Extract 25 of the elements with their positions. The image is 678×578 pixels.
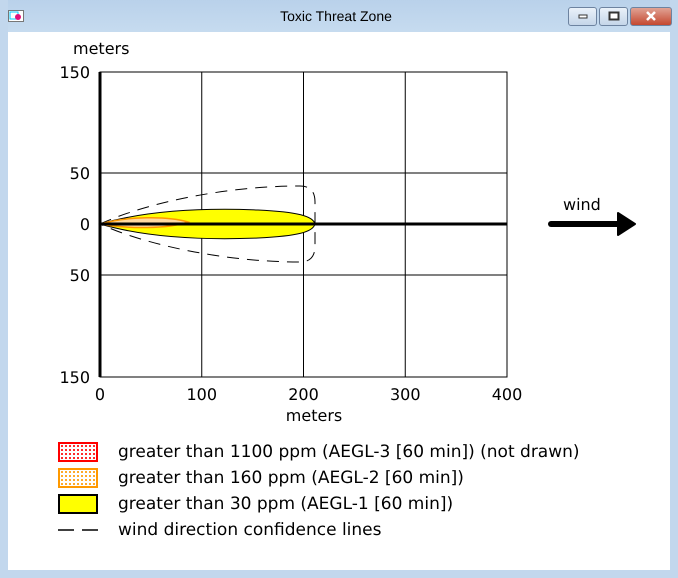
x-axis-label: meters <box>286 406 342 425</box>
legend-label: wind direction confidence lines <box>118 520 382 540</box>
y-axis-label: meters <box>73 39 130 58</box>
legend-label: greater than 160 ppm (AEGL-2 [60 min]) <box>118 468 464 488</box>
legend-label: greater than 1100 ppm (AEGL-3 [60 min]) (not drawn) <box>118 442 580 462</box>
minimize-icon <box>578 13 588 19</box>
window-title: Toxic Threat Zone <box>280 8 392 24</box>
minimize-button[interactable] <box>568 6 597 26</box>
y-tick-label: 150 <box>59 368 90 387</box>
x-tick-label: 200 <box>288 385 319 404</box>
wind-label: wind <box>563 195 601 214</box>
maximize-icon <box>608 11 620 21</box>
x-tick-label: 300 <box>390 385 421 404</box>
x-tick-label: 0 <box>94 385 106 404</box>
legend-label: greater than 30 ppm (AEGL-1 [60 min]) <box>118 494 454 514</box>
y-tick-label: 50 <box>70 266 90 285</box>
x-tick-label: 100 <box>186 385 218 404</box>
y-tick-label: 150 <box>59 63 90 82</box>
y-tick-label: 50 <box>70 164 90 183</box>
close-button[interactable] <box>630 6 672 26</box>
y-tick-label: 0 <box>80 215 90 234</box>
maximize-button[interactable] <box>599 6 628 26</box>
app-icon <box>8 10 24 22</box>
x-tick-label: 400 <box>492 385 522 404</box>
close-icon <box>645 11 657 21</box>
